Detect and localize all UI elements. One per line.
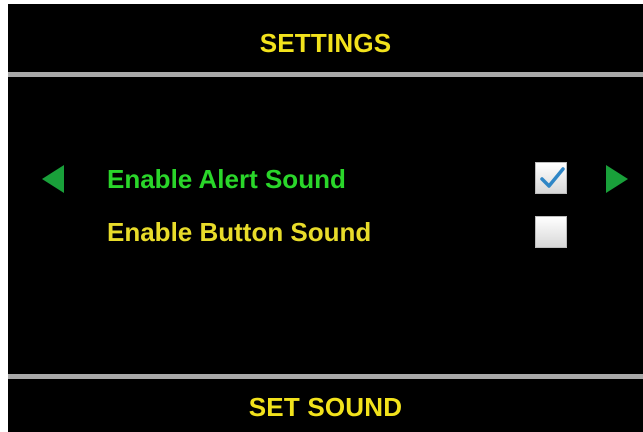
checkmark-icon <box>540 167 565 188</box>
settings-panel: SETTINGS Enable Alert Sound Enable Butto… <box>8 4 643 432</box>
arrow-right-icon[interactable] <box>606 165 628 193</box>
option-label-alert-sound[interactable]: Enable Alert Sound <box>107 164 346 194</box>
page-title: SETTINGS <box>259 28 392 58</box>
device-screen: SETTINGS Enable Alert Sound Enable Butto… <box>0 0 643 432</box>
button-sound-checkbox[interactable] <box>535 216 567 248</box>
footer-title: SET SOUND <box>248 392 403 422</box>
arrow-left-icon[interactable] <box>42 165 64 193</box>
footer-divider <box>8 374 643 379</box>
header-bar: SETTINGS <box>8 4 643 74</box>
header-divider <box>8 72 643 77</box>
option-label-button-sound[interactable]: Enable Button Sound <box>107 217 371 247</box>
alert-sound-checkbox[interactable] <box>535 162 567 194</box>
